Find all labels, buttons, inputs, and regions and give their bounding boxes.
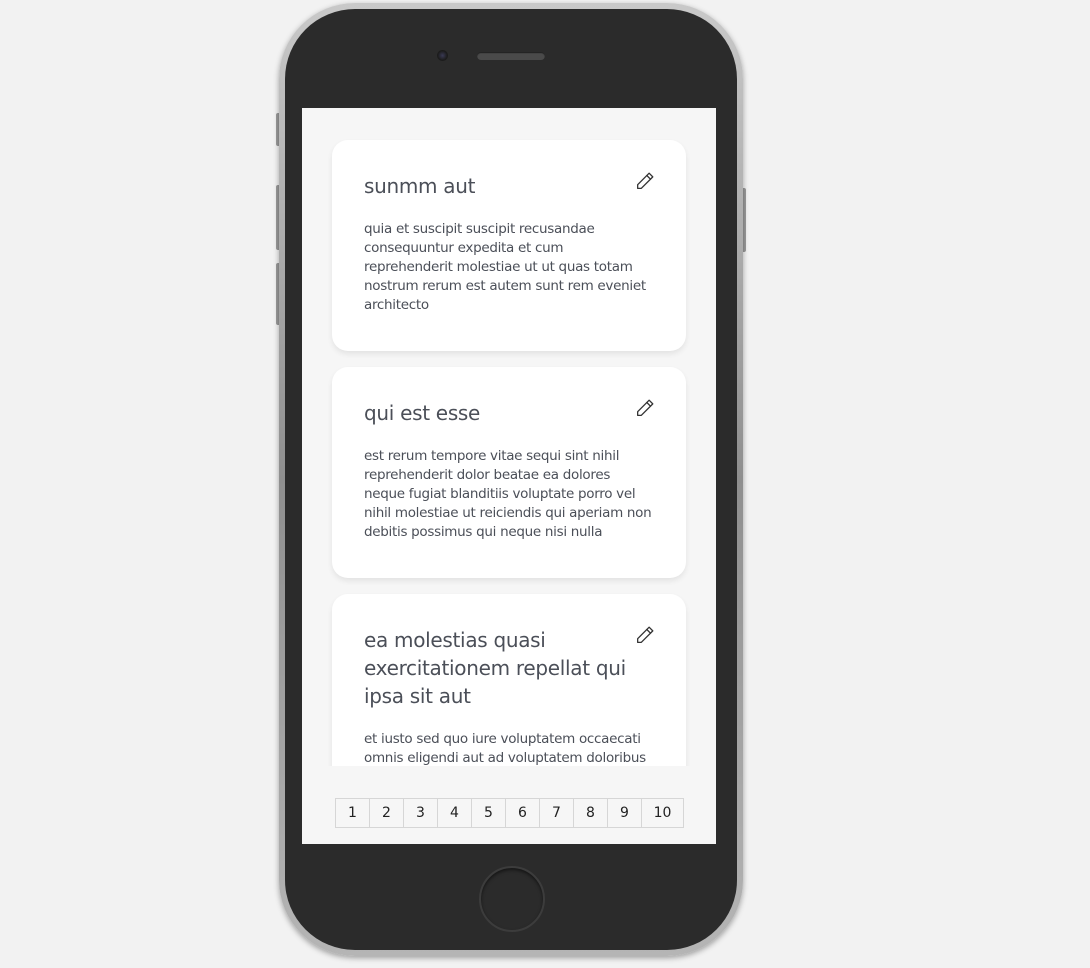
page-button-5[interactable]: 5: [472, 799, 506, 827]
page-button-3[interactable]: 3: [404, 799, 438, 827]
home-button[interactable]: [479, 866, 545, 932]
page-stage: sunmm aut quia et suscipit suscipit recu…: [0, 0, 1090, 968]
page-button-9[interactable]: 9: [608, 799, 642, 827]
front-camera-icon: [437, 50, 448, 61]
pencil-icon[interactable]: [634, 397, 656, 419]
page-button-4[interactable]: 4: [438, 799, 472, 827]
page-button-1[interactable]: 1: [336, 799, 370, 827]
phone-screen: sunmm aut quia et suscipit suscipit recu…: [302, 108, 716, 844]
page-button-2[interactable]: 2: [370, 799, 404, 827]
post-card: qui est esse est rerum tempore vitae seq…: [332, 367, 686, 578]
pencil-icon[interactable]: [634, 170, 656, 192]
post-body: est rerum tempore vitae sequi sint nihil…: [364, 448, 652, 540]
post-body: et iusto sed quo iure voluptatem occaeca…: [364, 731, 646, 766]
page-button-10[interactable]: 10: [642, 799, 683, 827]
post-title: sunmm aut: [364, 174, 476, 198]
post-card: ea molestias quasi exercitationem repell…: [332, 594, 686, 766]
post-body: quia et suscipit suscipit recusandae con…: [364, 221, 646, 313]
page-button-7[interactable]: 7: [540, 799, 574, 827]
page-button-8[interactable]: 8: [574, 799, 608, 827]
pagination: 1 2 3 4 5 6 7 8 9 10: [335, 798, 684, 828]
page-button-6[interactable]: 6: [506, 799, 540, 827]
post-card: sunmm aut quia et suscipit suscipit recu…: [332, 140, 686, 351]
post-feed[interactable]: sunmm aut quia et suscipit suscipit recu…: [302, 108, 716, 766]
pencil-icon[interactable]: [634, 624, 656, 646]
post-title: qui est esse: [364, 401, 481, 425]
post-title: ea molestias quasi exercitationem repell…: [364, 628, 626, 708]
earpiece-speaker: [477, 52, 545, 60]
